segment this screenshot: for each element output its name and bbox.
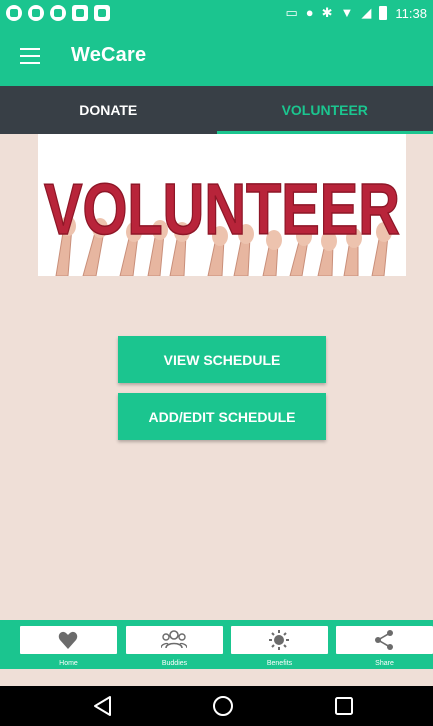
battery-icon [379, 6, 388, 20]
nav-item-home[interactable]: Home [20, 620, 117, 669]
tab-bar: DONATE VOLUNTEER [0, 86, 433, 134]
sun-icon [269, 630, 289, 650]
chat-notification-icon [28, 5, 44, 21]
nav-item-share[interactable]: Share [336, 620, 433, 669]
recents-icon[interactable] [331, 694, 357, 718]
notification-icons [6, 5, 110, 21]
back-icon[interactable] [90, 694, 116, 718]
briefcase-notification-icon [72, 5, 88, 21]
system-navigation-bar [0, 686, 433, 726]
tab-donate[interactable]: DONATE [0, 86, 217, 134]
add-edit-schedule-button[interactable]: ADD/EDIT SCHEDULE [118, 393, 326, 440]
signal-icon: ◢ [361, 5, 372, 20]
nav-label-home: Home [59, 660, 78, 667]
messenger-notification-icon [50, 5, 66, 21]
wifi-icon: ▼ [340, 5, 354, 20]
status-bar: ▭ ● ✱ ▼ ◢ 11:38 [0, 0, 433, 28]
home-circle-icon[interactable] [210, 694, 236, 718]
volunteer-word-art: VOLUNTEER [44, 170, 400, 250]
nav-item-buddies[interactable]: Buddies [126, 620, 223, 669]
nav-buddies-tile [126, 626, 223, 654]
volunteer-banner-image: VOLUNTEER [38, 134, 406, 276]
cast-icon: ▭ [285, 5, 298, 20]
nav-label-share: Share [375, 660, 394, 667]
bottom-navigation: Home Buddies Benefits Share [0, 620, 433, 669]
inbox-notification-icon [94, 5, 110, 21]
nav-benefits-tile [231, 626, 328, 654]
nav-share-tile [336, 626, 433, 654]
app-bar: WeCare [0, 28, 433, 86]
location-icon: ● [305, 5, 314, 20]
nav-item-benefits[interactable]: Benefits [231, 620, 328, 669]
system-status: ▭ ● ✱ ▼ ◢ 11:38 [285, 4, 427, 22]
share-icon [375, 630, 393, 650]
bluetooth-icon: ✱ [321, 5, 333, 20]
hamburger-menu-icon[interactable] [20, 48, 40, 66]
chat-notification-icon [6, 5, 22, 21]
volunteer-illustration: VOLUNTEER [38, 134, 406, 276]
app-title: WeCare [71, 44, 147, 66]
heart-icon [58, 631, 78, 649]
view-schedule-button[interactable]: VIEW SCHEDULE [118, 336, 326, 383]
people-icon [161, 630, 187, 649]
clock: 11:38 [395, 5, 427, 21]
nav-label-benefits: Benefits [266, 660, 293, 667]
tab-volunteer[interactable]: VOLUNTEER [216, 86, 433, 134]
nav-label-buddies: Buddies [161, 660, 188, 667]
nav-home-tile [20, 626, 117, 654]
